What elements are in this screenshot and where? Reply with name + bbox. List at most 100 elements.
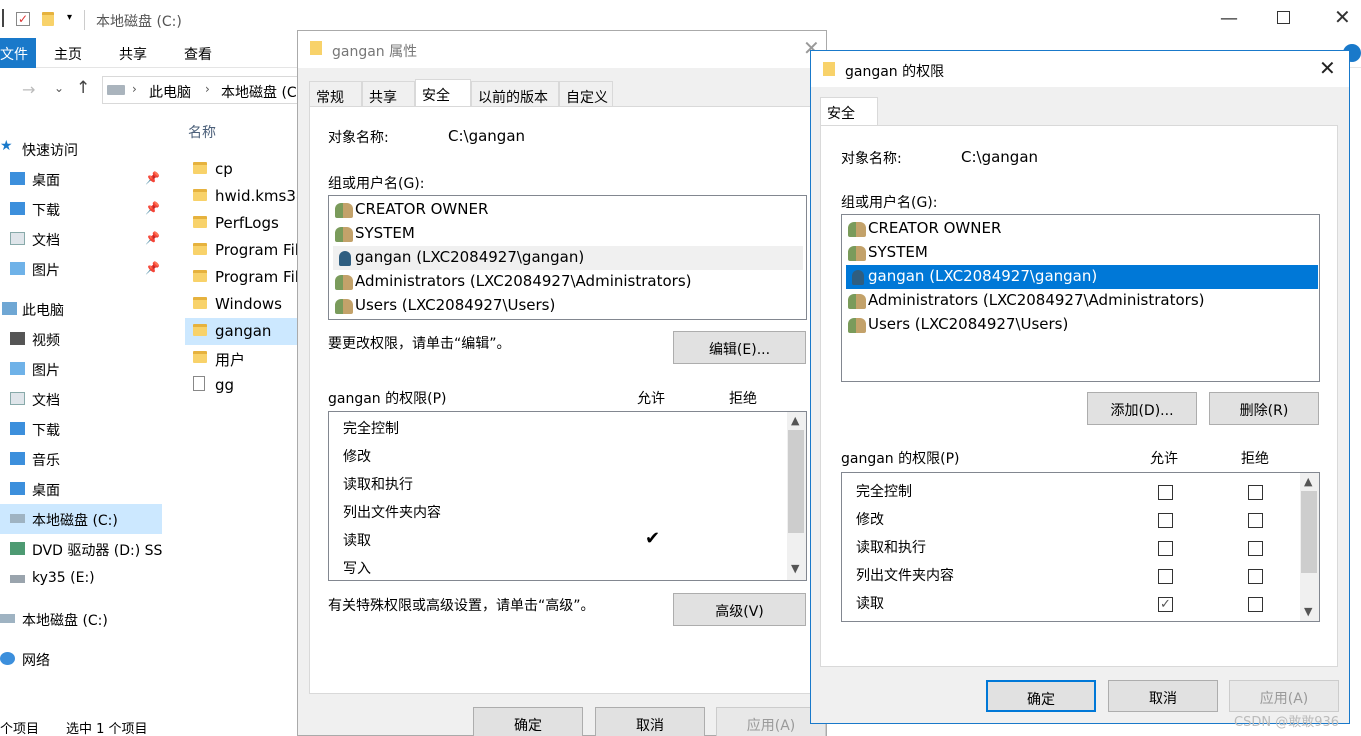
tab-share[interactable]: 共享 <box>119 44 147 64</box>
allow-checkbox-checked[interactable]: ✓ <box>1158 597 1173 612</box>
user-row[interactable]: CREATOR OWNER <box>846 217 1318 241</box>
permissions-scrollbar[interactable]: ▲ ▼ <box>787 412 806 580</box>
scroll-up-icon[interactable]: ▲ <box>1304 475 1312 488</box>
allow-checkbox[interactable] <box>1158 513 1173 528</box>
add-button[interactable]: 添加(D)... <box>1087 392 1197 425</box>
allow-checkbox[interactable] <box>1158 541 1173 556</box>
list-item[interactable]: gg <box>185 372 305 399</box>
folder-icon[interactable] <box>42 12 54 26</box>
deny-checkbox[interactable] <box>1248 541 1263 556</box>
nav-item-network[interactable]: 网络 <box>0 644 165 674</box>
scroll-down-icon[interactable]: ▼ <box>791 562 799 575</box>
tab-previous-versions[interactable]: 以前的版本 <box>471 81 559 107</box>
scroll-down-icon[interactable]: ▼ <box>1304 605 1312 618</box>
nav-item-documents[interactable]: 文档 📌 <box>0 224 165 254</box>
permissions-scrollbar[interactable]: ▲ ▼ <box>1300 473 1319 621</box>
nav-item-pictures-pc[interactable]: 图片 <box>0 354 165 384</box>
ok-button[interactable]: 确定 <box>473 707 583 736</box>
list-item[interactable]: 用户 <box>185 345 305 372</box>
recent-dropdown-icon[interactable]: ⌄ <box>54 81 64 95</box>
nav-item-local-disk-c[interactable]: 本地磁盘 (C:) <box>0 504 162 534</box>
list-item[interactable]: Windows <box>185 291 305 318</box>
nav-this-pc[interactable]: 此电脑 <box>0 294 165 324</box>
list-item[interactable]: PerfLogs <box>185 210 305 237</box>
list-item[interactable]: hwid.kms38 <box>185 183 305 210</box>
cancel-button[interactable]: 取消 <box>1108 680 1218 712</box>
remove-button[interactable]: 删除(R) <box>1209 392 1319 425</box>
nav-item-downloads-pc[interactable]: 下载 <box>0 414 165 444</box>
permissions-list[interactable]: 完全控制 修改 读取和执行 列出文件夹内容 读取 ✔ 写入 ▲ ▼ <box>328 411 807 581</box>
tab-sharing[interactable]: 共享 <box>362 81 415 107</box>
cancel-button[interactable]: 取消 <box>595 707 705 736</box>
column-header-name[interactable]: 名称 <box>188 122 216 142</box>
user-row[interactable]: Administrators (LXC2084927\Administrator… <box>846 289 1318 313</box>
tab-home[interactable]: 主页 <box>54 44 82 64</box>
user-row[interactable]: SYSTEM <box>846 241 1318 265</box>
tab-file[interactable]: 文件 <box>0 38 36 68</box>
user-row[interactable]: Users (LXC2084927\Users) <box>333 294 803 318</box>
user-row[interactable]: SYSTEM <box>333 222 803 246</box>
scroll-thumb[interactable] <box>1301 491 1317 573</box>
user-row-selected[interactable]: gangan (LXC2084927\gangan) <box>333 246 803 270</box>
nav-item-dvd-drive[interactable]: DVD 驱动器 (D:) SS <box>0 534 165 564</box>
close-icon[interactable]: ✕ <box>1319 56 1336 80</box>
list-item[interactable]: Program Fil <box>185 237 305 264</box>
nav-quick-access[interactable]: ★ 快速访问 <box>0 134 165 164</box>
permissions-list[interactable]: 完全控制 修改 读取和执行 列出文件夹内容 读取 ✓ ▲ ▼ <box>841 472 1320 622</box>
user-row[interactable]: Users (LXC2084927\Users) <box>846 313 1318 337</box>
ok-button[interactable]: 确定 <box>986 680 1096 712</box>
pin-icon[interactable]: 📌 <box>145 171 160 185</box>
tab-security[interactable]: 安全 <box>415 79 471 107</box>
deny-checkbox[interactable] <box>1248 597 1263 612</box>
tab-view[interactable]: 查看 <box>184 44 212 64</box>
nav-item-usb-drive[interactable]: ky35 (E:) <box>0 564 165 594</box>
star-icon: ★ <box>0 138 13 154</box>
file-icon <box>193 376 205 391</box>
nav-label: 本地磁盘 (C:) <box>32 513 118 529</box>
scroll-thumb[interactable] <box>788 430 804 533</box>
breadcrumb-drive[interactable]: 本地磁盘 (C:) <box>221 82 301 102</box>
tab-general[interactable]: 常规 <box>309 81 362 107</box>
security-panel: 对象名称: C:\gangan 组或用户名(G): CREATOR OWNER … <box>309 106 817 694</box>
nav-item-documents-pc[interactable]: 文档 <box>0 384 165 414</box>
advanced-button[interactable]: 高级(V) <box>673 593 806 626</box>
pc-icon <box>107 85 125 95</box>
user-list[interactable]: CREATOR OWNER SYSTEM gangan (LXC2084927\… <box>841 214 1320 382</box>
deny-checkbox[interactable] <box>1248 485 1263 500</box>
nav-item-desktop[interactable]: 桌面 📌 <box>0 164 165 194</box>
forward-arrow-icon[interactable]: → <box>22 80 35 99</box>
edit-button[interactable]: 编辑(E)... <box>673 331 806 364</box>
nav-item-music[interactable]: 音乐 <box>0 444 165 474</box>
nav-item-downloads[interactable]: 下载 📌 <box>0 194 165 224</box>
list-item[interactable]: cp <box>185 156 305 183</box>
close-icon[interactable]: ✕ <box>1334 5 1351 29</box>
user-list[interactable]: CREATOR OWNER SYSTEM gangan (LXC2084927\… <box>328 195 807 320</box>
apply-button[interactable]: 应用(A) <box>1229 680 1339 712</box>
quick-access-dropdown-icon[interactable]: ▾ <box>67 12 72 23</box>
list-item-selected[interactable]: gangan <box>185 318 305 345</box>
breadcrumb-this-pc[interactable]: 此电脑 <box>149 82 191 102</box>
allow-checkbox[interactable] <box>1158 485 1173 500</box>
deny-checkbox[interactable] <box>1248 513 1263 528</box>
nav-item-desktop-pc[interactable]: 桌面 <box>0 474 165 504</box>
user-row-selected[interactable]: gangan (LXC2084927\gangan) <box>846 265 1318 289</box>
maximize-icon[interactable] <box>1277 11 1290 24</box>
nav-item-pictures[interactable]: 图片 📌 <box>0 254 165 284</box>
pin-icon[interactable]: 📌 <box>145 231 160 245</box>
tab-security[interactable]: 安全 <box>820 97 878 125</box>
nav-item-videos[interactable]: 视频 <box>0 324 165 354</box>
tab-customize[interactable]: 自定义 <box>559 81 613 107</box>
address-bar[interactable]: › 此电脑 › 本地磁盘 (C:) <box>102 76 302 104</box>
pin-icon[interactable]: 📌 <box>145 261 160 275</box>
properties-check-icon[interactable]: ✓ <box>16 12 30 26</box>
pin-icon[interactable]: 📌 <box>145 201 160 215</box>
user-row[interactable]: CREATOR OWNER <box>333 198 803 222</box>
nav-item-local-disk-c-2[interactable]: 本地磁盘 (C:) <box>0 604 165 634</box>
list-item[interactable]: Program Fil <box>185 264 305 291</box>
allow-checkbox[interactable] <box>1158 569 1173 584</box>
minimize-icon[interactable]: — <box>1220 8 1238 29</box>
user-row[interactable]: Administrators (LXC2084927\Administrator… <box>333 270 803 294</box>
up-arrow-icon[interactable]: ↑ <box>76 78 90 98</box>
deny-checkbox[interactable] <box>1248 569 1263 584</box>
scroll-up-icon[interactable]: ▲ <box>791 414 799 427</box>
